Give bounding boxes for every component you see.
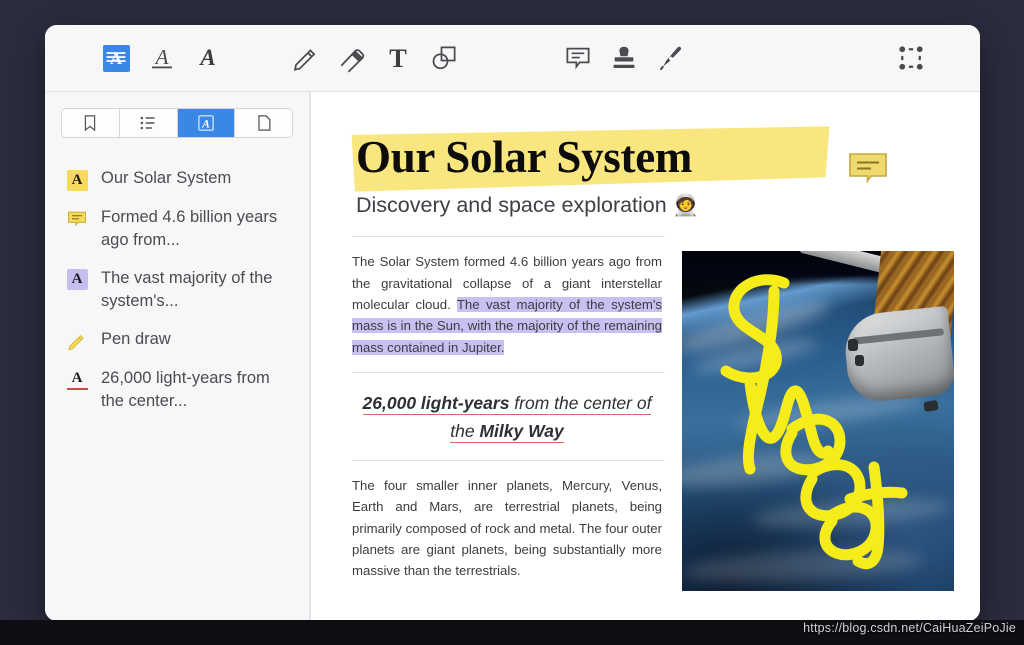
- fountain-pen-icon: [659, 46, 682, 71]
- comment-bubble-icon: [566, 47, 590, 70]
- pencil-icon: [293, 49, 316, 71]
- image-column: [682, 251, 954, 592]
- strikethrough-a-icon: A: [198, 45, 215, 70]
- pencil-icon: [65, 329, 89, 353]
- annotation-item-4[interactable]: A 26,000 light-years from the center...: [45, 360, 309, 421]
- shapes-icon: [432, 46, 456, 70]
- earth-from-space-photo[interactable]: [682, 251, 954, 592]
- eraser-tool[interactable]: [329, 35, 375, 81]
- letter-a-icon: A: [198, 115, 214, 131]
- annotation-label: Formed 4.6 billion years ago from...: [101, 208, 278, 250]
- subtitle-text: Discovery and space exploration: [356, 193, 667, 218]
- quote-bold-lead: 26,000 light-years: [362, 393, 510, 414]
- astronaut-emoji: 🧑‍🚀: [672, 194, 699, 218]
- svg-text:A: A: [201, 118, 210, 131]
- list-icon: [140, 116, 155, 130]
- quote-divider-bottom: [352, 459, 665, 461]
- title-divider: [352, 236, 665, 238]
- highlighter-a-icon: A: [102, 44, 130, 72]
- spacecraft-detail: [855, 355, 864, 367]
- annotation-item-1[interactable]: Formed 4.6 billion years ago from...: [45, 199, 309, 260]
- tab-pages[interactable]: [235, 109, 292, 137]
- highlight-text-tool[interactable]: A: [93, 35, 139, 81]
- comment-bubble-icon: [65, 207, 89, 231]
- pdf-editor-window: A A A T A A Our Solar System Formed 4.6 …: [45, 25, 980, 621]
- toolbar-group-text-markup: A A A: [93, 35, 231, 81]
- quote-underlined[interactable]: 26,000 light-years from the center of th…: [362, 393, 652, 444]
- selection-box-icon: [899, 46, 923, 70]
- underline-a-icon: A: [65, 368, 89, 392]
- sidebar-tab-bar: A: [61, 108, 293, 138]
- svg-text:T: T: [389, 44, 407, 73]
- tab-bookmarks[interactable]: [62, 109, 120, 137]
- paragraph-2: The four smaller inner planets, Mercury,…: [352, 477, 662, 579]
- main-toolbar: A A A T: [45, 25, 980, 92]
- text-tool[interactable]: T: [375, 35, 421, 81]
- tab-outline[interactable]: [119, 109, 178, 137]
- svg-text:A: A: [110, 49, 123, 68]
- pencil-tool[interactable]: [283, 35, 329, 81]
- annotation-list: A Our Solar System Formed 4.6 billion ye…: [45, 152, 309, 421]
- comment-tool[interactable]: [555, 35, 601, 81]
- tab-annotations[interactable]: A: [177, 109, 236, 137]
- quote-divider-top: [352, 372, 665, 374]
- svg-text:A: A: [154, 45, 169, 69]
- stamp-icon: [613, 46, 635, 68]
- highlight-a-icon: A: [65, 168, 89, 192]
- annotation-item-2[interactable]: A The vast majority of the system's...: [45, 260, 309, 321]
- strikethrough-text-tool[interactable]: A: [185, 35, 231, 81]
- watermark: https://blog.csdn.net/CaiHuaZeiPoJie: [803, 621, 1016, 635]
- screen: A A A T A A Our Solar System Formed 4.6 …: [0, 0, 1024, 645]
- toolbar-group-annotate: [555, 35, 693, 81]
- document-viewer[interactable]: Our Solar System Discovery and space exp…: [310, 92, 980, 621]
- comment-bubble-annotation[interactable]: [848, 152, 888, 186]
- page-icon: [258, 115, 271, 131]
- page-subtitle: Discovery and space exploration 🧑‍🚀: [356, 193, 940, 218]
- sidebar: A A Our Solar System Formed 4.6 billion …: [45, 92, 310, 621]
- title-block: Our Solar System Discovery and space exp…: [346, 114, 940, 218]
- snapshot-tool[interactable]: [888, 35, 934, 81]
- spacecraft-detail: [848, 339, 858, 352]
- bookmark-icon: [85, 115, 96, 132]
- text-column: The Solar System formed 4.6 billion year…: [346, 251, 665, 591]
- shapes-tool[interactable]: [421, 35, 467, 81]
- annotation-label: Our Solar System: [101, 169, 232, 187]
- signature-tool[interactable]: [647, 35, 693, 81]
- text-t-icon: T: [389, 44, 407, 73]
- annotation-item-0[interactable]: A Our Solar System: [45, 160, 309, 199]
- toolbar-group-drawing: T: [283, 35, 467, 81]
- annotation-label: The vast majority of the system's...: [101, 268, 273, 311]
- window-body: A A Our Solar System Formed 4.6 billion …: [45, 92, 980, 621]
- pull-quote: 26,000 light-years from the center of th…: [352, 389, 662, 446]
- content-columns: The Solar System formed 4.6 billion year…: [346, 251, 954, 592]
- eraser-icon: [340, 49, 365, 73]
- annotation-label: Pen draw: [101, 329, 171, 348]
- highlight-a-icon: A: [65, 268, 89, 292]
- document-page: Our Solar System Discovery and space exp…: [310, 92, 980, 621]
- underline-text-tool[interactable]: A: [139, 35, 185, 81]
- annotation-item-3[interactable]: Pen draw: [45, 321, 309, 360]
- paragraph-1: The Solar System formed 4.6 billion year…: [352, 251, 662, 358]
- underline-a-icon: A: [152, 45, 172, 69]
- svg-text:A: A: [198, 45, 215, 70]
- stamp-tool[interactable]: [601, 35, 647, 81]
- annotation-label: 26,000 light-years from the center...: [101, 368, 270, 411]
- quote-bold-tail: Milky Way: [479, 421, 564, 442]
